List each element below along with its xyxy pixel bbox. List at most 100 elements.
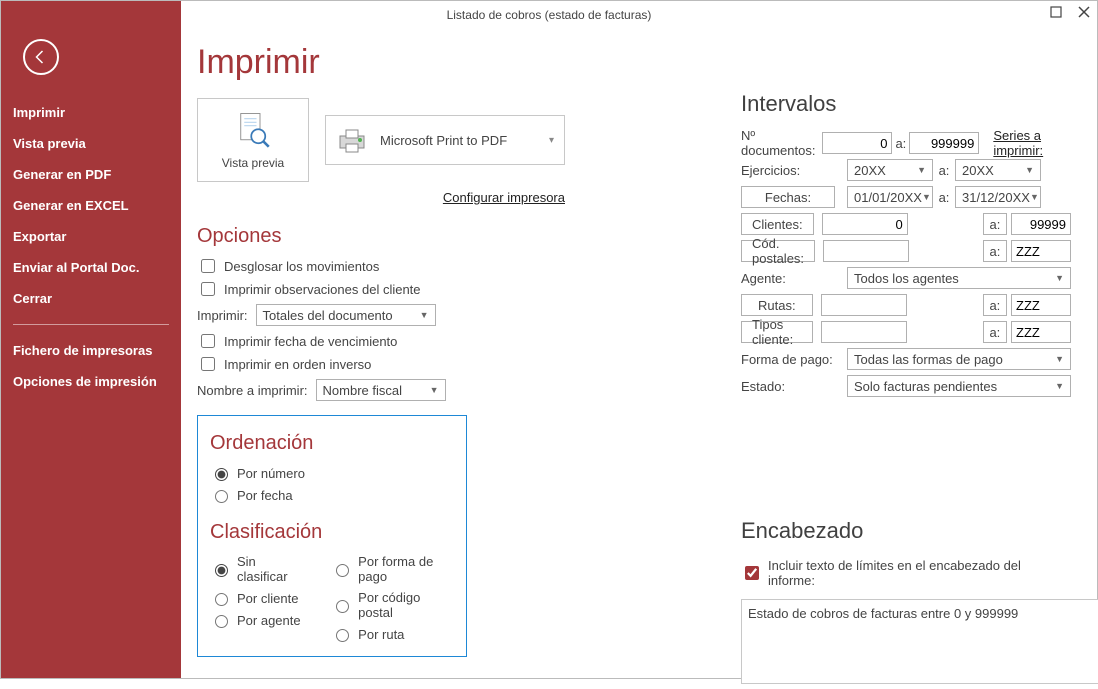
radio-sin-clasificar[interactable]: Sin clasificar xyxy=(210,554,301,584)
page-title: Imprimir xyxy=(197,43,1071,82)
a-label: a: xyxy=(933,190,955,205)
check-incluir-texto-limites[interactable]: Incluir texto de límites en el encabezad… xyxy=(741,558,1071,588)
cp-from-input[interactable] xyxy=(823,240,909,262)
configure-printer-link[interactable]: Configurar impresora xyxy=(197,190,565,205)
forma-value: Todas las formas de pago xyxy=(854,352,1003,367)
sidebar: Imprimir Vista previa Generar en PDF Gen… xyxy=(1,1,181,678)
fecha-to-drop[interactable]: 31/12/20XX▼ xyxy=(955,186,1041,208)
sidebar-item-cerrar[interactable]: Cerrar xyxy=(13,283,169,314)
fechas-button[interactable]: Fechas: xyxy=(741,186,835,208)
clientes-button[interactable]: Clientes: xyxy=(741,213,814,235)
chevron-down-icon: ▾ xyxy=(549,135,554,146)
check-orden-inv-label: Imprimir en orden inverso xyxy=(224,357,371,372)
chevron-down-icon: ▼ xyxy=(1030,192,1039,202)
a-button-label: a: xyxy=(989,298,1000,313)
fecha-from-drop[interactable]: 01/01/20XX▼ xyxy=(847,186,933,208)
sidebar-item-enviar-portal[interactable]: Enviar al Portal Doc. xyxy=(13,252,169,283)
chevron-down-icon: ▼ xyxy=(1055,381,1064,391)
fecha-from-value: 01/01/20XX xyxy=(854,190,922,205)
nombre-imprimir-combo[interactable]: Nombre fiscal▼ xyxy=(316,379,446,401)
ndoc-label: Nº documentos: xyxy=(741,128,822,158)
radio-por-fecha[interactable]: Por fecha xyxy=(210,487,454,503)
a-button[interactable]: a: xyxy=(983,294,1007,316)
printer-selector[interactable]: Microsoft Print to PDF ▾ xyxy=(325,115,565,165)
tipos-button-label: Tipos cliente: xyxy=(752,317,802,347)
chevron-down-icon: ▼ xyxy=(1055,273,1064,283)
imprimir-combo[interactable]: Totales del documento▼ xyxy=(256,304,436,326)
radio-por-agente[interactable]: Por agente xyxy=(210,612,301,628)
header-textarea[interactable] xyxy=(741,599,1098,684)
ejer-from-drop[interactable]: 20XX ▼ xyxy=(847,159,933,181)
a-button[interactable]: a: xyxy=(983,240,1007,262)
section-intervals: Intervalos xyxy=(741,91,1071,117)
radio-por-codigo-postal-label: Por código postal xyxy=(358,590,454,620)
ndoc-to-input[interactable] xyxy=(909,132,979,154)
imprimir-combo-value: Totales del documento xyxy=(263,308,393,323)
a-button[interactable]: a: xyxy=(983,321,1007,343)
radio-por-codigo-postal[interactable]: Por código postal xyxy=(331,590,454,620)
ejer-label: Ejercicios: xyxy=(741,163,847,178)
a-button-label: a: xyxy=(989,325,1000,340)
sidebar-item-fichero[interactable]: Fichero de impresoras xyxy=(13,335,169,366)
sidebar-item-generar-excel[interactable]: Generar en EXCEL xyxy=(13,190,169,221)
ruta-to-input[interactable] xyxy=(1011,294,1071,316)
ejer-to-drop[interactable]: 20XX▼ xyxy=(955,159,1041,181)
tipo-from-input[interactable] xyxy=(821,321,907,343)
cp-to-input[interactable] xyxy=(1011,240,1071,262)
printer-name: Microsoft Print to PDF xyxy=(380,133,507,148)
cliente-from-input[interactable] xyxy=(822,213,908,235)
forma-drop[interactable]: Todas las formas de pago▼ xyxy=(847,348,1071,370)
rutas-button-label: Rutas: xyxy=(758,298,796,313)
forma-label: Forma de pago: xyxy=(741,352,847,367)
ejer-from-value: 20XX xyxy=(854,163,886,178)
series-link[interactable]: Series a imprimir: xyxy=(993,128,1071,158)
preview-label: Vista previa xyxy=(222,156,284,170)
check-desglosar-label: Desglosar los movimientos xyxy=(224,259,379,274)
preview-button[interactable]: Vista previa xyxy=(197,98,309,182)
section-classif: Clasificación xyxy=(210,521,454,544)
radio-por-ruta-label: Por ruta xyxy=(358,627,404,642)
radio-por-fecha-label: Por fecha xyxy=(237,488,293,503)
section-header: Encabezado xyxy=(741,518,1071,544)
chevron-down-icon: ▼ xyxy=(917,165,926,175)
a-button[interactable]: a: xyxy=(983,213,1007,235)
sidebar-item-generar-pdf[interactable]: Generar en PDF xyxy=(13,159,169,190)
ndoc-from-input[interactable] xyxy=(822,132,892,154)
ruta-from-input[interactable] xyxy=(821,294,907,316)
ejer-to-value: 20XX xyxy=(962,163,994,178)
document-search-icon xyxy=(232,110,274,152)
cp-button[interactable]: Cód. postales: xyxy=(741,240,815,262)
sidebar-item-vista-previa[interactable]: Vista previa xyxy=(13,128,169,159)
radio-por-numero-label: Por número xyxy=(237,466,305,481)
rutas-button[interactable]: Rutas: xyxy=(741,294,813,316)
clientes-button-label: Clientes: xyxy=(752,217,803,232)
radio-por-ruta[interactable]: Por ruta xyxy=(331,626,454,642)
radio-por-agente-label: Por agente xyxy=(237,613,301,628)
sidebar-item-exportar[interactable]: Exportar xyxy=(13,221,169,252)
section-order: Ordenación xyxy=(210,432,454,455)
a-label: a: xyxy=(892,136,909,151)
agente-drop[interactable]: Todos los agentes ▼ xyxy=(847,267,1071,289)
chevron-down-icon: ▼ xyxy=(922,192,931,202)
radio-por-cliente[interactable]: Por cliente xyxy=(210,590,301,606)
imprimir-label: Imprimir: xyxy=(197,308,248,323)
tipo-to-input[interactable] xyxy=(1011,321,1071,343)
cliente-to-input[interactable] xyxy=(1011,213,1071,235)
agente-value: Todos los agentes xyxy=(854,271,959,286)
radio-por-cliente-label: Por cliente xyxy=(237,591,298,606)
fecha-to-value: 31/12/20XX xyxy=(962,190,1030,205)
a-button-label: a: xyxy=(990,244,1001,259)
sidebar-item-imprimir[interactable]: Imprimir xyxy=(13,97,169,128)
estado-label: Estado: xyxy=(741,379,847,394)
radio-por-numero[interactable]: Por número xyxy=(210,465,454,481)
radio-por-forma-pago-label: Por forma de pago xyxy=(358,554,454,584)
back-button[interactable] xyxy=(23,39,59,75)
radio-por-forma-pago[interactable]: Por forma de pago xyxy=(331,554,454,584)
tipos-button[interactable]: Tipos cliente: xyxy=(741,321,813,343)
sidebar-item-opciones-impresion[interactable]: Opciones de impresión xyxy=(13,366,169,397)
estado-drop[interactable]: Solo facturas pendientes▼ xyxy=(847,375,1071,397)
check-incluir-texto-limites-label: Incluir texto de límites en el encabezad… xyxy=(768,558,1071,588)
printer-icon xyxy=(336,126,368,154)
nombre-imprimir-value: Nombre fiscal xyxy=(323,383,402,398)
cp-button-label: Cód. postales: xyxy=(752,236,804,266)
